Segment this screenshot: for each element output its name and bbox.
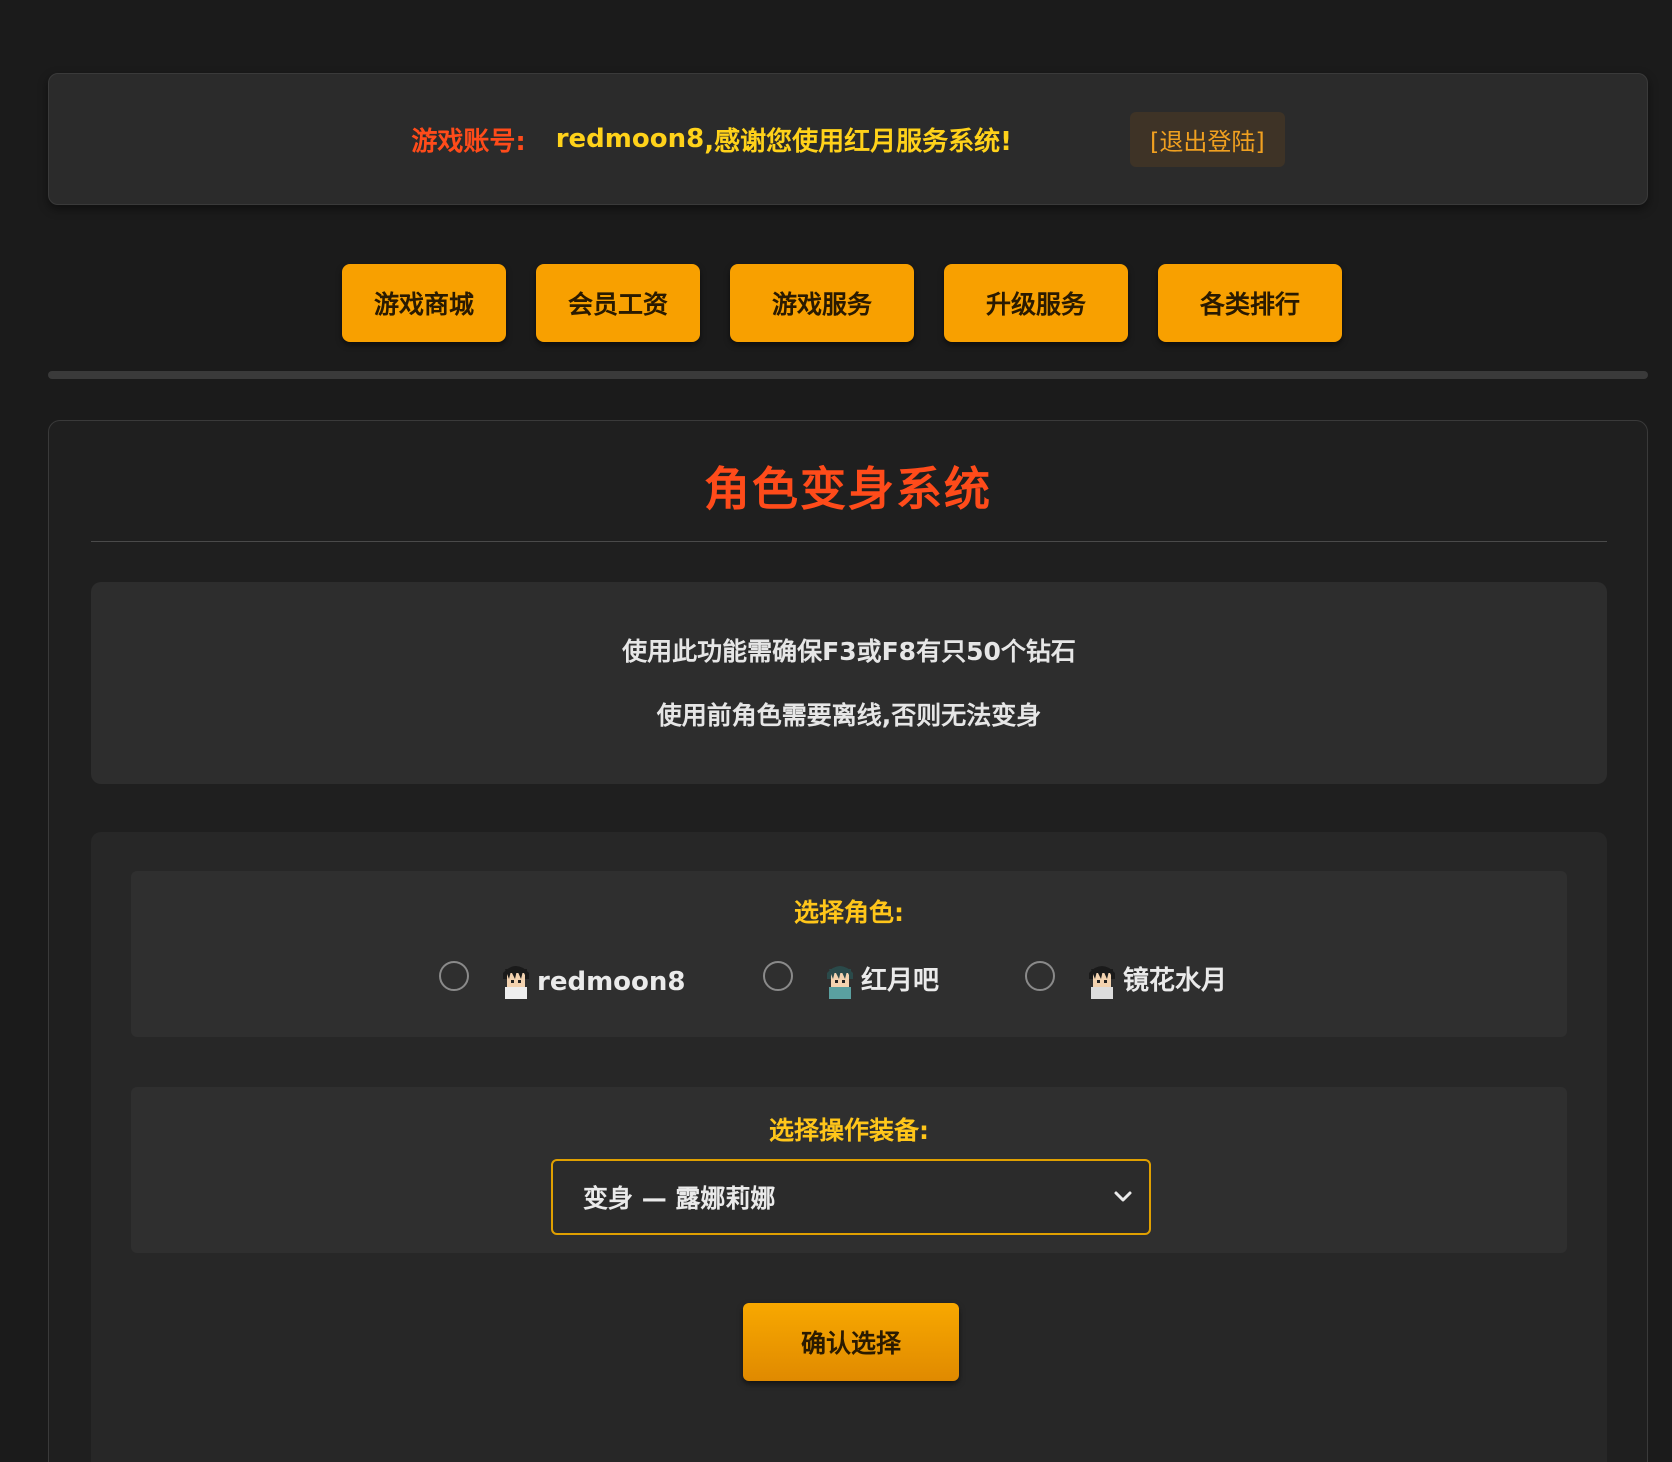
nav-member-salary-button[interactable]: 会员工资 [536,264,700,342]
role-option-hongyueba[interactable]: 红月吧 [763,943,939,1003]
role-name: 镜花水月 [1123,966,1228,996]
nav-rankings-button[interactable]: 各类排行 [1158,264,1342,342]
radio-button[interactable] [1025,961,1055,991]
account-label: 游戏账号: [411,126,526,157]
notice-line-1: 使用此功能需确保F3或F8有只50个钻石 [622,637,1076,666]
main-card: 角色变身系统 使用此功能需确保F3或F8有只50个钻石 使用前角色需要离线,否则… [48,420,1648,1462]
divider [48,371,1648,379]
chevron-down-icon [1113,1187,1133,1207]
equip-dropdown-value: 变身 — 露娜莉娜 [583,1184,776,1213]
notice-box: 使用此功能需确保F3或F8有只50个钻石 使用前角色需要离线,否则无法变身 [91,582,1607,784]
nav-game-shop-button[interactable]: 游戏商城 [342,264,506,342]
character-avatar-icon [1085,959,1119,999]
nav-bar: 游戏商城 会员工资 游戏服务 升级服务 各类排行 [0,264,1672,342]
role-option-jinghuashuiyue[interactable]: 镜花水月 [1025,943,1227,1003]
role-label: 选择角色: [794,898,904,927]
account-username: redmoon8 [555,124,705,154]
character-avatar-icon [499,959,533,999]
role-name: redmoon8 [537,967,686,997]
confirm-button[interactable]: 确认选择 [743,1303,959,1381]
page-title: 角色变身系统 [704,462,992,516]
equip-dropdown[interactable]: 变身 — 露娜莉娜 [551,1159,1151,1235]
nav-upgrade-service-button[interactable]: 升级服务 [944,264,1128,342]
character-avatar-icon [823,959,857,999]
equip-select-box: 选择操作装备: 变身 — 露娜莉娜 [131,1087,1567,1253]
title-divider [91,541,1607,542]
radio-button[interactable] [763,961,793,991]
role-select-box: 选择角色: redmoon8 红月吧 镜花水月 [131,871,1567,1037]
nav-game-service-button[interactable]: 游戏服务 [730,264,914,342]
logout-button[interactable]: [退出登陆] [1129,111,1285,167]
notice-line-2: 使用前角色需要离线,否则无法变身 [656,701,1042,730]
equip-label: 选择操作装备: [769,1116,929,1145]
account-bar: 游戏账号: redmoon8 ,感谢您使用红月服务系统! [退出登陆] [48,73,1648,205]
account-thanks: ,感谢您使用红月服务系统! [704,126,1012,157]
role-option-redmoon8[interactable]: redmoon8 [439,943,685,1003]
radio-button[interactable] [439,961,469,991]
role-radio-group: redmoon8 红月吧 镜花水月 [131,943,1567,1003]
role-name: 红月吧 [861,966,940,996]
page: 游戏账号: redmoon8 ,感谢您使用红月服务系统! [退出登陆] 游戏商城… [0,0,1672,1462]
